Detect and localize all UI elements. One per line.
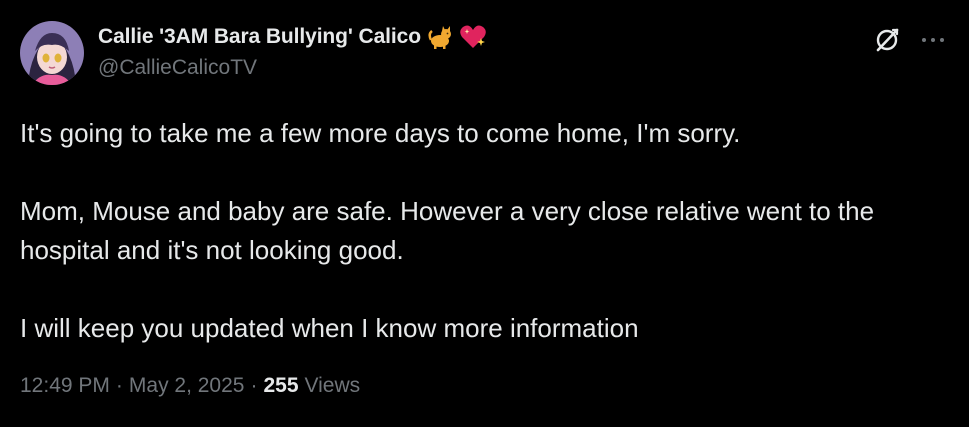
author-name-row[interactable]: Callie '3AM Bara Bullying' Calico xyxy=(98,22,486,52)
tweet-line: I will keep you updated when I know more… xyxy=(20,313,639,343)
author-display-name[interactable]: Callie '3AM Bara Bullying' Calico xyxy=(98,25,421,49)
meta-separator: · xyxy=(250,374,258,397)
grok-icon[interactable] xyxy=(872,25,902,55)
more-icon[interactable] xyxy=(918,25,948,55)
tweet-line: Mom, Mouse and baby are safe. However a … xyxy=(20,196,875,265)
tweet-card: Callie '3AM Bara Bullying' Calico @Calli… xyxy=(0,0,969,427)
views-label: Views xyxy=(304,374,361,397)
author-handle[interactable]: @CallieCalicoTV xyxy=(98,56,257,80)
tweet-line: It's going to take me a few more days to… xyxy=(20,118,741,148)
meta-separator: · xyxy=(115,374,123,397)
sparkling-heart-emoji xyxy=(459,24,486,50)
paragraph-spacer xyxy=(20,270,940,309)
tweet-meta: 12:49 PM · May 2, 2025 · 255 Views xyxy=(20,374,360,398)
cat-emoji xyxy=(427,24,453,50)
avatar[interactable] xyxy=(20,21,84,85)
tweet-date[interactable]: May 2, 2025 xyxy=(129,374,245,398)
tweet-time[interactable]: 12:49 PM xyxy=(20,374,110,398)
tweet-text: It's going to take me a few more days to… xyxy=(20,114,940,348)
views-count[interactable]: 255 xyxy=(263,374,298,398)
paragraph-spacer xyxy=(20,153,940,192)
